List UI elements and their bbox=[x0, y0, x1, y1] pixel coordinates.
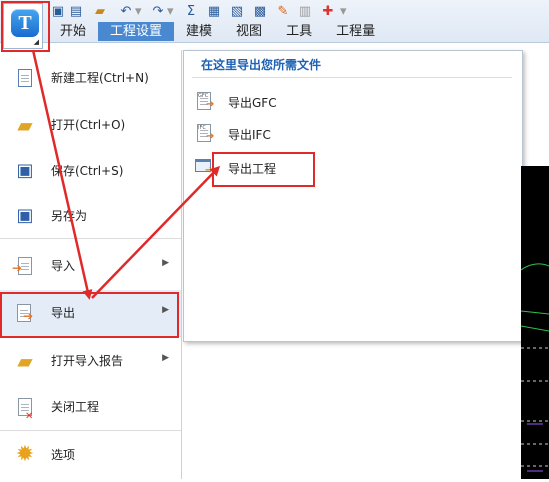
annotation-arrows bbox=[31, 49, 221, 300]
